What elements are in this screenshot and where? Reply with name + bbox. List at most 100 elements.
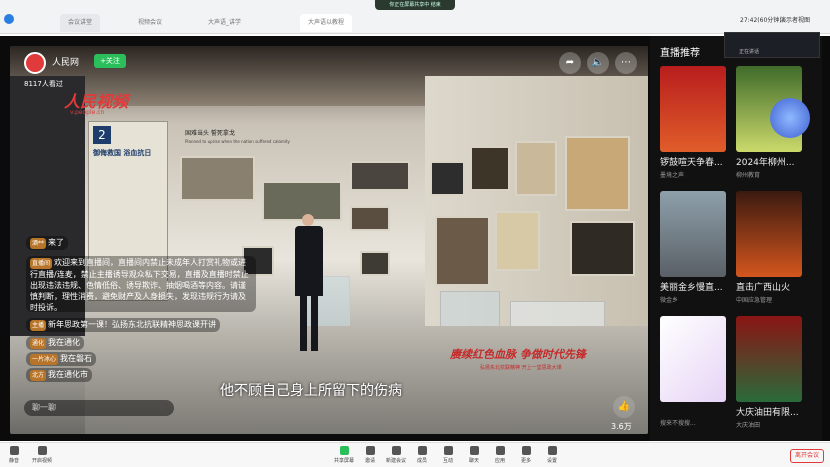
chat-user: 酒** — [30, 238, 47, 249]
tab-1[interactable]: 视频会议 — [130, 14, 170, 32]
photo-frame — [350, 161, 410, 191]
more-icon[interactable]: ⋯ — [615, 52, 637, 74]
presenter-head — [302, 214, 314, 226]
chat-message: 一片冰心 我在磐石 — [26, 352, 97, 366]
invite-button[interactable]: 邀请 — [358, 446, 382, 464]
video-button[interactable]: 开启视频 — [30, 446, 54, 464]
comment-input[interactable]: 聊一聊 — [24, 400, 174, 416]
meeting-toolbar: 静音 开启视频 共享屏幕 邀请 新建会议 成员 互动 聊天 应用 更多 设置 离… — [0, 442, 830, 467]
chat-icon — [469, 446, 479, 455]
photo-frame — [565, 136, 630, 211]
photo-frame — [350, 206, 390, 231]
channel-name[interactable]: 人民网 — [52, 55, 79, 68]
photo-frame — [515, 141, 557, 196]
card-title: 2024年柳州... — [736, 158, 795, 168]
browser-tab-strip: 会议讲堂 视频会议 大声语_讲学 大声语以教程 你正在屏幕共享中 结束 27:4… — [0, 0, 830, 34]
card-title: 美丽金乡慢直... — [660, 283, 723, 293]
tab-3[interactable]: 大声语以教程 — [300, 14, 353, 32]
meeting-timer: 27:42(60分钟) — [740, 17, 782, 24]
wall-title: 国难当头 誓死拿戈 — [185, 130, 235, 137]
share-screen-button[interactable]: 共享屏幕 — [332, 446, 356, 464]
photo-frame — [360, 251, 390, 276]
recommend-card[interactable]: 锣鼓喧天争春... 墨境之声 — [660, 66, 732, 179]
chat-message: 酒** 来了 — [26, 236, 69, 250]
chat-user: 通化 — [30, 338, 47, 349]
banner-number: 2 — [93, 126, 111, 144]
recommend-card[interactable]: 搜来不搜搜... — [660, 316, 732, 427]
members-button[interactable]: 成员 — [410, 446, 434, 464]
share-icon[interactable]: ➦ — [559, 52, 581, 74]
chat-button[interactable]: 聊天 — [462, 446, 486, 464]
photo-frame — [430, 161, 465, 196]
new-meeting-icon — [391, 446, 401, 455]
invite-icon — [365, 446, 375, 455]
share-screen-icon — [339, 446, 349, 455]
chat-user: 直播间 — [30, 258, 53, 269]
photo-frame — [262, 181, 342, 221]
card-author: 墨境之声 — [660, 172, 685, 179]
card-author: 大庆油田 — [736, 422, 761, 429]
card-thumbnail — [660, 316, 726, 402]
mic-icon — [9, 446, 19, 455]
participant-panel[interactable]: 正在讲话 — [724, 32, 820, 58]
photo-frame — [495, 211, 540, 271]
recommend-card[interactable]: 直击广西山火 中国应急管理 — [736, 191, 808, 304]
card-thumbnail — [736, 316, 802, 402]
chat-message: 北方 我在通化市 — [26, 368, 93, 382]
settings-button[interactable]: 设置 — [540, 446, 564, 464]
chat-user: 主播 — [30, 320, 47, 331]
photo-frame — [570, 221, 635, 276]
photo-frame — [180, 156, 255, 201]
photo-frame — [435, 216, 490, 286]
view-mode-button[interactable]: 演示者视图 — [780, 15, 810, 24]
slogan-main: 赓续红色血脉 争做时代先锋 — [450, 348, 586, 361]
recommend-card[interactable]: 美丽金乡慢直... 微金乡 — [660, 191, 732, 304]
like-count: 3.6万 — [611, 422, 632, 431]
follow-button[interactable]: +关注 — [94, 54, 126, 68]
gear-icon — [547, 446, 557, 455]
chat-message: 主播 新年思政第一课！弘扬东北抗联精神思政课开讲 — [26, 318, 221, 332]
presenter-leg — [300, 296, 307, 351]
recommend-title: 直播推荐 — [660, 48, 700, 59]
chat-message: 直播间 欢迎来到直播间，直播间内禁止未成年人打赏礼物或进行直播/连麦，禁止主播诱导… — [26, 256, 256, 312]
recommend-card[interactable]: 大庆油田有限... 大庆油田 — [736, 316, 808, 429]
interact-icon — [443, 446, 453, 455]
card-title: 大庆油田有限... — [736, 408, 799, 418]
card-thumbnail — [660, 66, 726, 152]
leave-meeting-button[interactable]: 离开会议 — [790, 449, 824, 463]
card-thumbnail — [660, 191, 726, 277]
screen-share-notice[interactable]: 你正在屏幕共享中 结束 — [375, 0, 455, 10]
tab-2[interactable]: 大声语_讲学 — [200, 14, 249, 32]
presenter-leg — [311, 296, 318, 351]
speaking-label: 正在讲话 — [739, 49, 760, 55]
chat-user: 北方 — [30, 370, 47, 381]
watermark-url: v.people.cn — [70, 109, 105, 116]
card-author: 微金乡 — [660, 297, 679, 304]
app-logo-icon — [4, 14, 14, 24]
assistant-robot-icon[interactable] — [770, 98, 810, 138]
new-meeting-button[interactable]: 新建会议 — [384, 446, 408, 464]
recommend-panel: 直播推荐 锣鼓喧天争春... 墨境之声 2024年柳州... 柳州教育 美丽金乡… — [650, 36, 822, 441]
like-icon[interactable]: 👍 — [613, 396, 635, 418]
interact-button[interactable]: 互动 — [436, 446, 460, 464]
live-video[interactable]: 2 御侮救国 浴血抗日 国难当头 誓死拿戈 Planned to uprise … — [10, 46, 648, 434]
banner-title: 御侮救国 浴血抗日 — [93, 149, 152, 157]
card-thumbnail — [736, 191, 802, 277]
more-button[interactable]: 更多 — [514, 446, 538, 464]
video-subtitle: 他不顾自己身上所留下的伤病 — [220, 383, 402, 399]
tab-0[interactable]: 会议讲堂 — [60, 14, 101, 32]
apps-button[interactable]: 应用 — [488, 446, 512, 464]
card-title: 锣鼓喧天争春... — [660, 158, 723, 168]
mute-button[interactable]: 静音 — [2, 446, 26, 464]
viewer-count: 8117人看过 — [24, 80, 63, 88]
presenter-body — [295, 226, 323, 296]
photo-frame — [470, 146, 510, 191]
card-title: 直击广西山火 — [736, 283, 791, 293]
wall-subtitle: Planned to uprise when the nation suffer… — [185, 139, 290, 144]
volume-icon[interactable]: 🔈 — [587, 52, 609, 74]
channel-avatar[interactable] — [24, 52, 46, 74]
apps-icon — [495, 446, 505, 455]
chat-message: 通化 我在通化 — [26, 336, 85, 350]
chat-user: 一片冰心 — [30, 354, 59, 365]
card-author: 柳州教育 — [736, 172, 761, 179]
